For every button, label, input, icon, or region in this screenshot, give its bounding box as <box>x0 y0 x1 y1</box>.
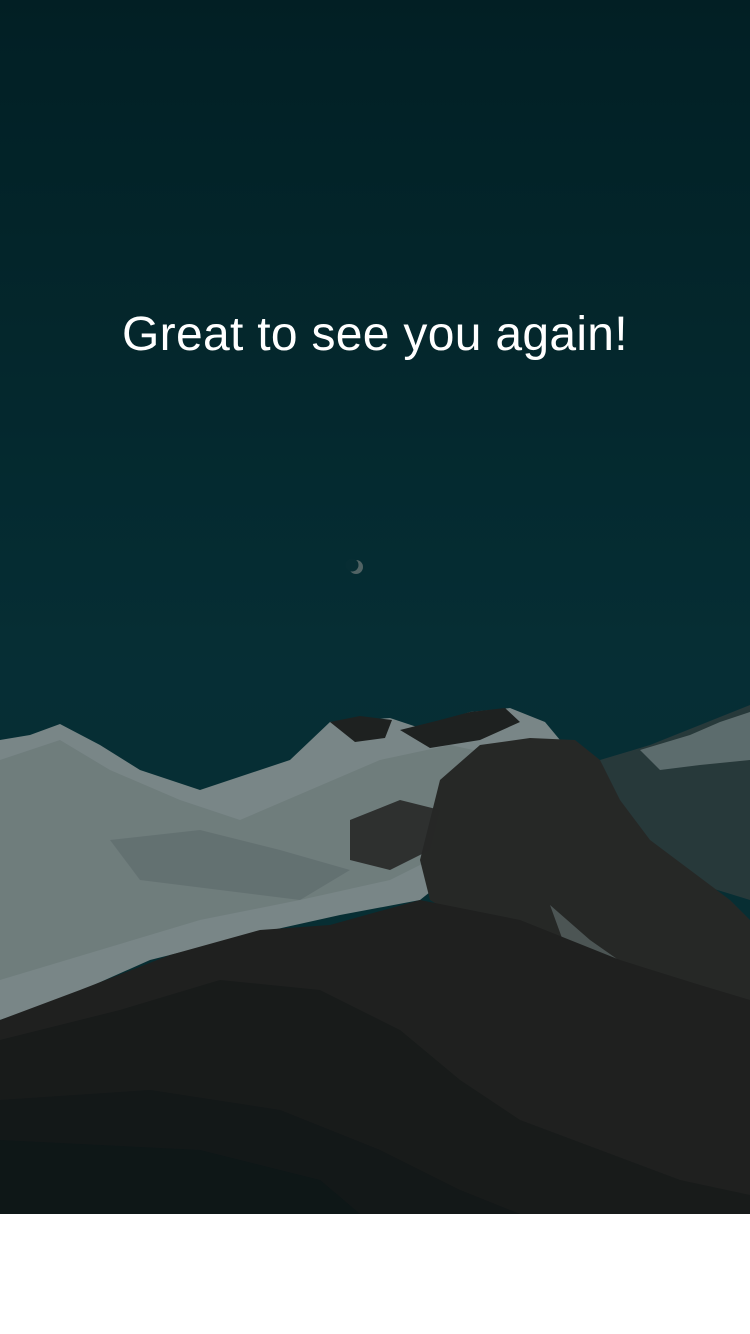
mountain-landscape <box>0 0 750 1214</box>
welcome-greeting: Great to see you again! <box>122 308 628 361</box>
welcome-screen: Great to see you again! <box>0 0 750 1334</box>
background-image: Great to see you again! <box>0 0 750 1214</box>
bottom-panel <box>0 1214 750 1334</box>
